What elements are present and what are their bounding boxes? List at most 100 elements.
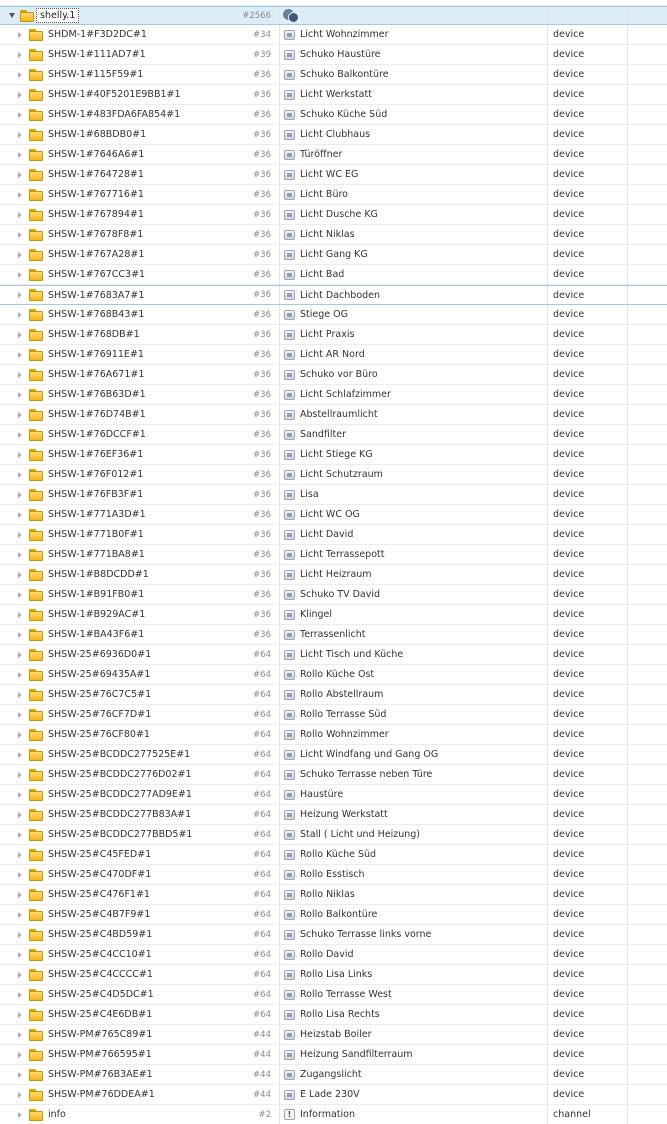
expand-arrow-icon[interactable]: [18, 751, 22, 758]
expand-arrow-icon[interactable]: [18, 851, 22, 858]
expand-arrow-icon[interactable]: [18, 131, 22, 138]
expand-arrow-icon[interactable]: [18, 31, 22, 38]
tree-row[interactable]: SHSW-1#76EF36#1 #36 Licht Stiege KG device: [0, 445, 667, 465]
tree-row[interactable]: SHSW-1#483FDA6FA854#1 #36 Schuko Küche Süd…: [0, 105, 667, 125]
tree-row[interactable]: SHSW-25#BCDDC2776D02#1 #64 Schuko Terrasse…: [0, 765, 667, 785]
expand-arrow-icon[interactable]: [18, 531, 22, 538]
tree-row[interactable]: SHSW-1#B91FB0#1 #36 Schuko TV David device: [0, 585, 667, 605]
tree-row[interactable]: SHSW-1#76A671#1 #36 Schuko vor Büro device: [0, 365, 667, 385]
expand-arrow-icon[interactable]: [18, 331, 22, 338]
tree-row[interactable]: SHSW-1#76FB3F#1 #36 Lisa device: [0, 485, 667, 505]
tree-row[interactable]: SHSW-25#C4BD59#1 #64 Schuko Terrasse links…: [0, 925, 667, 945]
expand-arrow-icon[interactable]: [18, 51, 22, 58]
tree-row[interactable]: SHSW-1#764728#1 #36 Licht WC EG device: [0, 165, 667, 185]
expand-arrow-icon[interactable]: [18, 391, 22, 398]
tree-row[interactable]: SHSW-1#7678F8#1 #36 Licht Niklas device: [0, 225, 667, 245]
expand-arrow-icon[interactable]: [18, 151, 22, 158]
tree-row[interactable]: SHSW-1#76B63D#1 #36 Licht Schlafzimmer devi…: [0, 385, 667, 405]
tree-row[interactable]: SHSW-1#767894#1 #36 Licht Dusche KG device: [0, 205, 667, 225]
tree-row[interactable]: SHSW-1#76F012#1 #36 Licht Schutzraum device: [0, 465, 667, 485]
expand-arrow-icon[interactable]: [18, 1111, 22, 1118]
tree-row[interactable]: SHSW-1#767A28#1 #36 Licht Gang KG device: [0, 245, 667, 265]
expand-arrow-icon[interactable]: [18, 711, 22, 718]
tree-row[interactable]: SHSW-25#76CF80#1 #64 Rollo Wohnzimmer devic…: [0, 725, 667, 745]
tree-row[interactable]: SHSW-1#7646A6#1 #36 Türöffner device: [0, 145, 667, 165]
tree-row[interactable]: SHSW-25#C45FED#1 #64 Rollo Küche Süd device: [0, 845, 667, 865]
expand-arrow-icon[interactable]: [18, 951, 22, 958]
tree-row[interactable]: SHSW-25#BCDDC277AD9E#1 #64 Haustüre device: [0, 785, 667, 805]
expand-arrow-icon[interactable]: [18, 731, 22, 738]
expand-arrow-icon[interactable]: [18, 1031, 22, 1038]
expand-arrow-icon[interactable]: [18, 271, 22, 278]
expand-arrow-icon[interactable]: [18, 251, 22, 258]
expand-arrow-icon[interactable]: [18, 111, 22, 118]
tree-row[interactable]: SHSW-25#C476F1#1 #64 Rollo Niklas device: [0, 885, 667, 905]
tree-row[interactable]: SHSW-25#C4CC10#1 #64 Rollo David device: [0, 945, 667, 965]
expand-arrow-icon[interactable]: [18, 891, 22, 898]
expand-arrow-icon[interactable]: [18, 671, 22, 678]
tree-row[interactable]: SHSW-1#B929AC#1 #36 Klingel device: [0, 605, 667, 625]
tree-row[interactable]: SHSW-25#C4D5DC#1 #64 Rollo Terrasse West de…: [0, 985, 667, 1005]
expand-arrow-icon[interactable]: [18, 971, 22, 978]
expand-arrow-icon[interactable]: [18, 351, 22, 358]
expand-arrow-icon[interactable]: [18, 371, 22, 378]
expand-arrow-icon[interactable]: [18, 791, 22, 798]
expand-arrow-icon[interactable]: [18, 1071, 22, 1078]
expand-arrow-icon[interactable]: [18, 1011, 22, 1018]
expand-arrow-icon[interactable]: [18, 651, 22, 658]
expand-arrow-icon[interactable]: [18, 871, 22, 878]
expand-arrow-icon[interactable]: [18, 1051, 22, 1058]
expand-arrow-icon[interactable]: [18, 311, 22, 318]
tree-row[interactable]: SHSW-25#BCDDC277BBD5#1 #64 Stall ( Licht u…: [0, 825, 667, 845]
tree-row[interactable]: SHSW-1#115F59#1 #36 Schuko Balkontüre devic…: [0, 65, 667, 85]
expand-arrow-icon[interactable]: [18, 571, 22, 578]
expand-arrow-icon[interactable]: [18, 451, 22, 458]
tree-row[interactable]: SHSW-1#BA43F6#1 #36 Terrassenlicht device: [0, 625, 667, 645]
tree-row[interactable]: SHSW-25#C4E6DB#1 #64 Rollo Lisa Rechts devi…: [0, 1005, 667, 1025]
expand-arrow-icon[interactable]: [18, 171, 22, 178]
tree-row[interactable]: SHSW-1#771B0F#1 #36 Licht David device: [0, 525, 667, 545]
expand-arrow-icon[interactable]: [18, 771, 22, 778]
tree-row[interactable]: SHSW-PM#76DDEA#1 #44 E Lade 230V device: [0, 1085, 667, 1105]
expand-arrow-icon[interactable]: [18, 191, 22, 198]
tree-row[interactable]: SHSW-1#768DB#1 #36 Licht Praxis device: [0, 325, 667, 345]
tree-row[interactable]: SHSW-1#768B43#1 #36 Stiege OG device: [0, 305, 667, 325]
expand-arrow-icon[interactable]: [18, 831, 22, 838]
tree-row[interactable]: SHSW-PM#765C89#1 #44 Heizstab Boiler device: [0, 1025, 667, 1045]
expand-arrow-icon[interactable]: [18, 471, 22, 478]
expand-arrow-icon[interactable]: [18, 71, 22, 78]
tree-row[interactable]: SHDM-1#F3D2DC#1 #34 Licht Wohnzimmer device: [0, 25, 667, 45]
tree-row[interactable]: SHSW-25#C470DF#1 #64 Rollo Esstisch device: [0, 865, 667, 885]
expand-arrow-icon[interactable]: [18, 211, 22, 218]
expand-arrow-icon[interactable]: [18, 911, 22, 918]
tree-row[interactable]: SHSW-25#76C7C5#1 #64 Rollo Abstellraum devi…: [0, 685, 667, 705]
tree-row[interactable]: SHSW-1#68BDB0#1 #36 Licht Clubhaus device: [0, 125, 667, 145]
tree-row[interactable]: SHSW-1#76911E#1 #36 Licht AR Nord device: [0, 345, 667, 365]
expand-arrow-icon[interactable]: [18, 1091, 22, 1098]
expand-arrow-icon[interactable]: [18, 591, 22, 598]
expand-arrow-icon[interactable]: [18, 411, 22, 418]
expand-arrow-icon[interactable]: [18, 691, 22, 698]
tree-row[interactable]: SHSW-1#771A3D#1 #36 Licht WC OG device: [0, 505, 667, 525]
tree-row[interactable]: SHSW-25#BCDDC277525E#1 #64 Licht Windfang …: [0, 745, 667, 765]
expand-arrow-icon[interactable]: [18, 631, 22, 638]
expand-arrow-icon[interactable]: [9, 13, 15, 18]
tree-row-parent[interactable]: shelly.1 #2566: [0, 6, 667, 25]
tree-row[interactable]: SHSW-1#40F5201E9BB1#1 #36 Licht Werkstatt d…: [0, 85, 667, 105]
tree-row[interactable]: SHSW-1#76DCCF#1 #36 Sandfilter device: [0, 425, 667, 445]
expand-arrow-icon[interactable]: [18, 811, 22, 818]
tree-row[interactable]: SHSW-1#7683A7#1 #36 Licht Dachboden device: [0, 285, 667, 305]
expand-arrow-icon[interactable]: [18, 491, 22, 498]
tree-row[interactable]: SHSW-PM#76B3AE#1 #44 Zugangslicht device: [0, 1065, 667, 1085]
tree-row[interactable]: info #2! Information channel: [0, 1105, 667, 1124]
tree-row[interactable]: SHSW-25#76CF7D#1 #64 Rollo Terrasse Süd dev…: [0, 705, 667, 725]
tree-row[interactable]: SHSW-1#771BA8#1 #36 Licht Terrassepott devi…: [0, 545, 667, 565]
tree-row[interactable]: SHSW-PM#766595#1 #44 Heizung Sandfilterrau…: [0, 1045, 667, 1065]
tree-row[interactable]: SHSW-1#76D74B#1 #36 Abstellraumlicht device: [0, 405, 667, 425]
expand-arrow-icon[interactable]: [18, 91, 22, 98]
tree-row[interactable]: SHSW-1#111AD7#1 #39 Schuko Haustüre device: [0, 45, 667, 65]
expand-arrow-icon[interactable]: [18, 292, 22, 298]
tree-row[interactable]: SHSW-25#C4B7F9#1 #64 Rollo Balkontüre devic…: [0, 905, 667, 925]
tree-row[interactable]: SHSW-25#C4CCCC#1 #64 Rollo Lisa Links devic…: [0, 965, 667, 985]
expand-arrow-icon[interactable]: [18, 931, 22, 938]
